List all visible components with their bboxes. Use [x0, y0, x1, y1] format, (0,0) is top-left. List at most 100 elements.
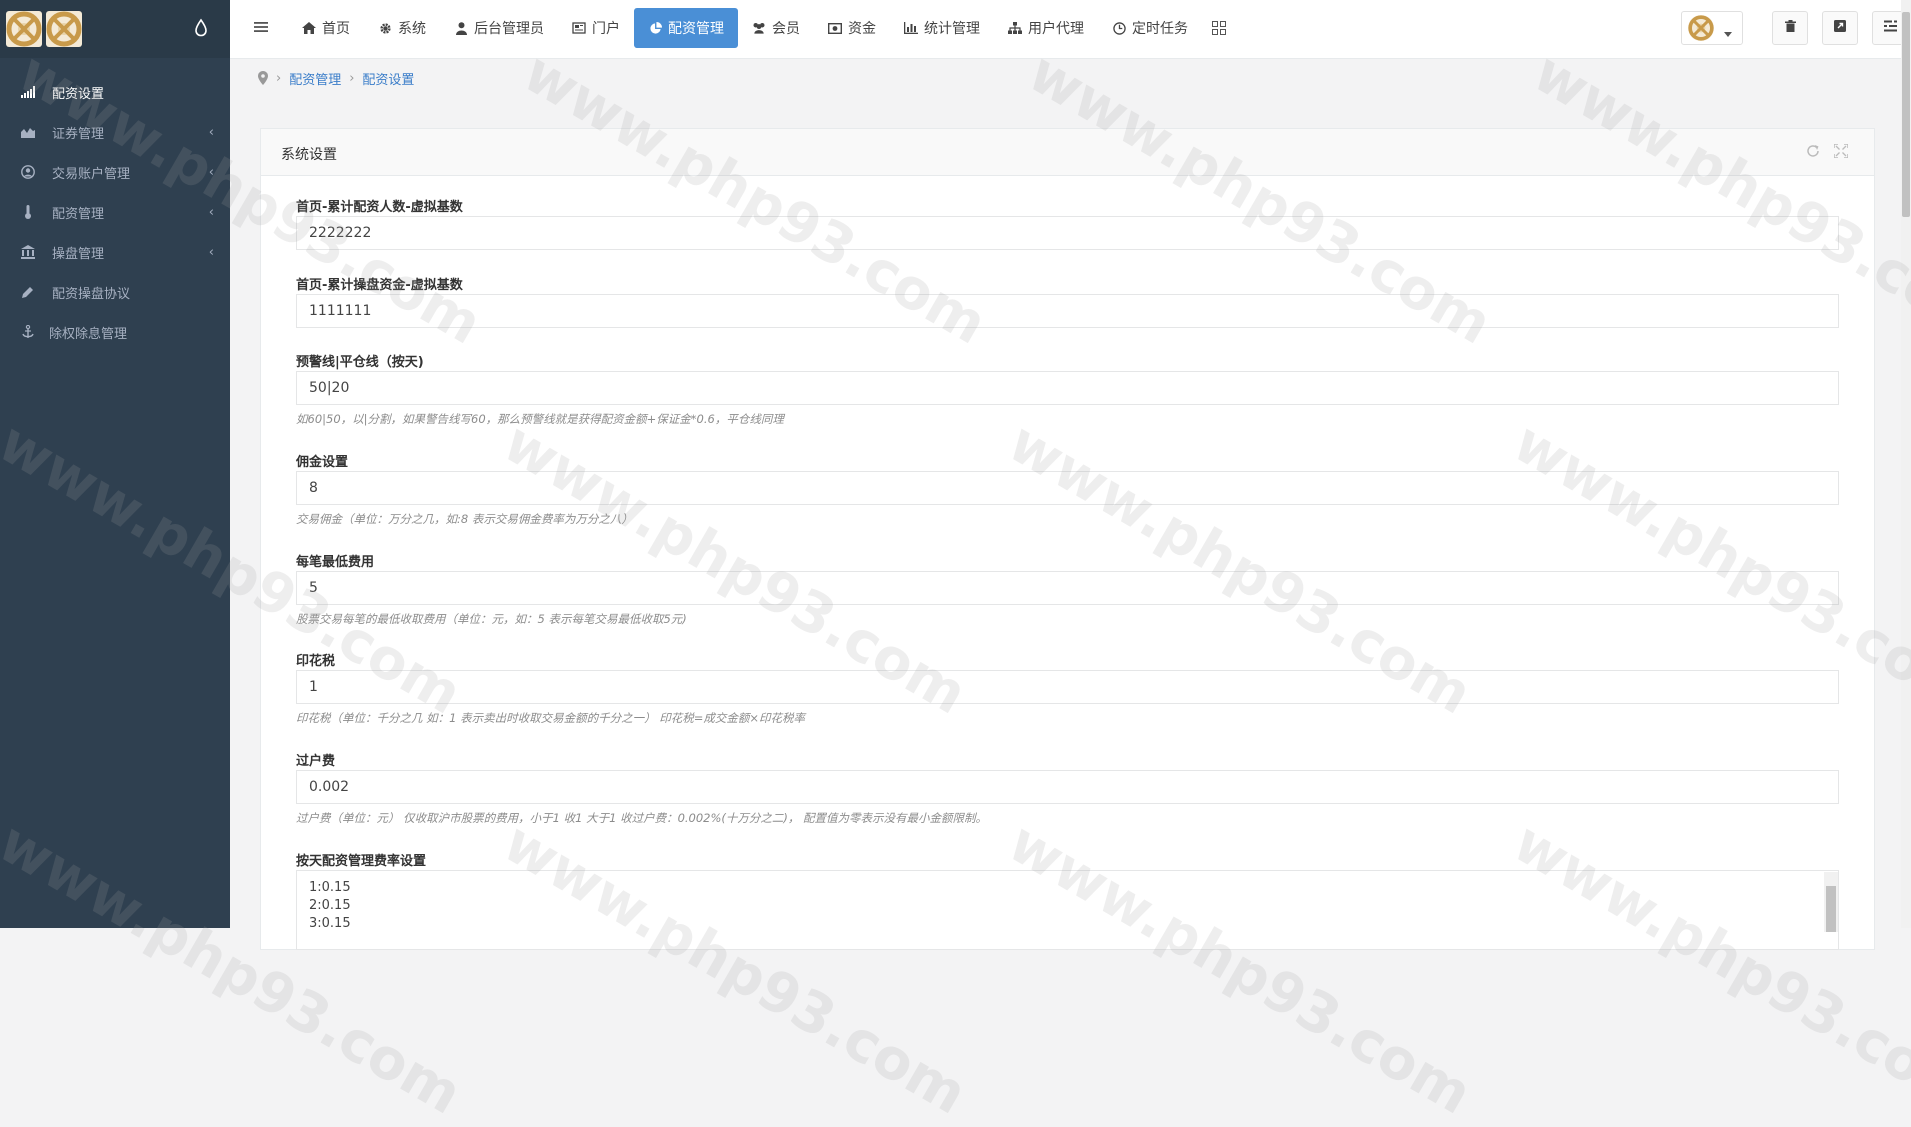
transfer-fee-input[interactable]	[296, 770, 1839, 804]
nav-item-admins[interactable]: 后台管理员	[440, 8, 558, 48]
nav-item-label: 首页	[322, 18, 350, 38]
sidebar-item-agreement[interactable]: 配资操盘协议	[0, 272, 230, 312]
caret-down-icon	[1724, 26, 1732, 41]
external-link-icon	[1834, 20, 1846, 36]
breadcrumb-separator: ›	[349, 71, 354, 86]
field-help-text: 交易佣金（单位：万分之几，如:8 表示交易佣金费率为万分之八）	[296, 511, 1839, 527]
page-scrollbar-thumb[interactable]	[1902, 12, 1910, 217]
breadcrumb-separator: ›	[276, 71, 281, 86]
field-help-text: 过户费（单位：元） 仅收取沪市股票的费用，小于1 收1 大于1 收过户费：0.0…	[296, 810, 1839, 826]
money-icon	[828, 21, 842, 35]
page-scrollbar[interactable]	[1901, 0, 1911, 928]
field-help-text: 印花税（单位：千分之几 如：1 表示卖出时收取交易金额的千分之一） 印花税=成交…	[296, 710, 1839, 726]
user-circle-icon	[20, 164, 36, 180]
textarea-scrollbar-thumb[interactable]	[1826, 886, 1836, 932]
users-icon	[752, 21, 766, 35]
field-label: 首页-累计操盘资金-虚拟基数	[296, 274, 1839, 292]
sidebar: 配资设置 证券管理 ‹ 交易账户管理 ‹ 配资管理 ‹	[0, 0, 230, 928]
apps-grid-icon[interactable]	[1202, 8, 1236, 48]
sidebar-item-peizi-settings[interactable]: 配资设置	[0, 72, 230, 112]
virtual-funds-input[interactable]	[296, 294, 1839, 328]
nav-item-system[interactable]: 系统	[364, 8, 440, 48]
trash-icon	[1785, 20, 1796, 36]
top-navbar: 首页 系统 后台管理员 门户 配资管理 会员 资金 统计管理	[230, 0, 1911, 59]
chevron-left-icon: ‹	[209, 205, 214, 220]
chevron-left-icon: ‹	[209, 165, 214, 180]
gear-icon	[378, 21, 392, 35]
sidebar-item-label: 证券管理	[52, 123, 104, 142]
commission-input[interactable]	[296, 471, 1839, 505]
field-label: 按天配资管理费率设置	[296, 850, 1839, 868]
nav-item-home[interactable]: 首页	[288, 8, 364, 48]
sidebar-item-label: 配资设置	[52, 83, 104, 102]
avatar	[1688, 15, 1714, 41]
chevron-left-icon: ‹	[209, 125, 214, 140]
field-label: 佣金设置	[296, 451, 1839, 469]
main-nav: 首页 系统 后台管理员 门户 配资管理 会员 资金 统计管理	[288, 8, 1236, 48]
nav-item-label: 配资管理	[668, 18, 724, 38]
anchor-icon	[20, 324, 36, 340]
breadcrumb-link-peizi-management[interactable]: 配资管理	[289, 69, 341, 88]
sidebar-item-label: 配资操盘协议	[52, 283, 130, 302]
user-icon	[454, 21, 468, 35]
min-fee-input[interactable]	[296, 571, 1839, 605]
nav-item-label: 用户代理	[1028, 18, 1084, 38]
stamp-tax-input[interactable]	[296, 670, 1839, 704]
sidebar-item-label: 交易账户管理	[52, 163, 130, 182]
field-daily-fee-rate: 按天配资管理费率设置 1:0.15 2:0.15 3:0.15	[296, 850, 1839, 950]
nav-item-label: 资金	[848, 18, 876, 38]
sidebar-item-dividend[interactable]: 除权除息管理	[0, 312, 230, 352]
breadcrumb-link-peizi-settings[interactable]: 配资设置	[362, 69, 414, 88]
logo-image-secondary	[46, 11, 82, 47]
virtual-users-input[interactable]	[296, 216, 1839, 250]
chart-icon	[20, 124, 36, 140]
warning-line-input[interactable]	[296, 371, 1839, 405]
bar-chart-icon	[904, 21, 918, 35]
fullscreen-icon[interactable]	[1834, 144, 1850, 160]
logo-bar	[0, 0, 230, 58]
field-label: 印花税	[296, 650, 1839, 668]
breadcrumb: › 配资管理 › 配资设置	[230, 59, 1911, 97]
clear-cache-button[interactable]	[1772, 11, 1808, 45]
sidebar-item-trading-operations[interactable]: 操盘管理 ‹	[0, 232, 230, 272]
sidebar-item-securities[interactable]: 证券管理 ‹	[0, 112, 230, 152]
nav-item-label: 统计管理	[924, 18, 980, 38]
field-label: 首页-累计配资人数-虚拟基数	[296, 196, 1839, 214]
field-transfer-fee: 过户费 过户费（单位：元） 仅收取沪市股票的费用，小于1 收1 大于1 收过户费…	[296, 750, 1839, 826]
field-help-text: 如60|50，以|分割，如果警告线写60，那么预警线就是获得配资金额+保证金*0…	[296, 411, 1839, 427]
panel-header: 系统设置	[261, 129, 1874, 176]
pencil-icon	[20, 284, 36, 300]
nav-item-members[interactable]: 会员	[738, 8, 814, 48]
home-icon	[302, 21, 316, 35]
field-label: 每笔最低费用	[296, 551, 1839, 569]
map-marker-icon	[258, 71, 268, 85]
user-avatar-dropdown[interactable]	[1681, 11, 1743, 45]
bank-icon	[20, 244, 36, 260]
sitemap-icon	[1008, 21, 1022, 35]
nav-item-label: 后台管理员	[474, 18, 544, 38]
nav-item-funds[interactable]: 资金	[814, 8, 890, 48]
nav-item-statistics[interactable]: 统计管理	[890, 8, 994, 48]
nav-item-user-agents[interactable]: 用户代理	[994, 8, 1098, 48]
sliders-icon	[1884, 20, 1897, 36]
nav-item-portal[interactable]: 门户	[558, 8, 634, 48]
field-label: 预警线|平仓线（按天)	[296, 351, 1839, 369]
daily-fee-rate-textarea[interactable]: 1:0.15 2:0.15 3:0.15	[296, 870, 1839, 950]
menu-toggle-icon[interactable]	[254, 20, 270, 36]
sidebar-item-trade-accounts[interactable]: 交易账户管理 ‹	[0, 152, 230, 192]
chevron-left-icon: ‹	[209, 245, 214, 260]
nav-item-label: 定时任务	[1132, 18, 1188, 38]
refresh-icon[interactable]	[1806, 144, 1822, 160]
sidebar-item-label: 操盘管理	[52, 243, 104, 262]
panel-title: 系统设置	[281, 144, 337, 164]
textarea-scrollbar[interactable]	[1824, 872, 1838, 932]
field-commission: 佣金设置 交易佣金（单位：万分之几，如:8 表示交易佣金费率为万分之八）	[296, 451, 1839, 527]
nav-item-scheduled-tasks[interactable]: 定时任务	[1098, 8, 1202, 48]
clock-icon	[1112, 21, 1126, 35]
open-site-button[interactable]	[1822, 11, 1858, 45]
sidebar-item-peizi-management[interactable]: 配资管理 ‹	[0, 192, 230, 232]
nav-item-peizi-management[interactable]: 配资管理	[634, 8, 738, 48]
water-drop-icon[interactable]	[193, 18, 209, 38]
pie-chart-icon	[648, 21, 662, 35]
field-label: 过户费	[296, 750, 1839, 768]
